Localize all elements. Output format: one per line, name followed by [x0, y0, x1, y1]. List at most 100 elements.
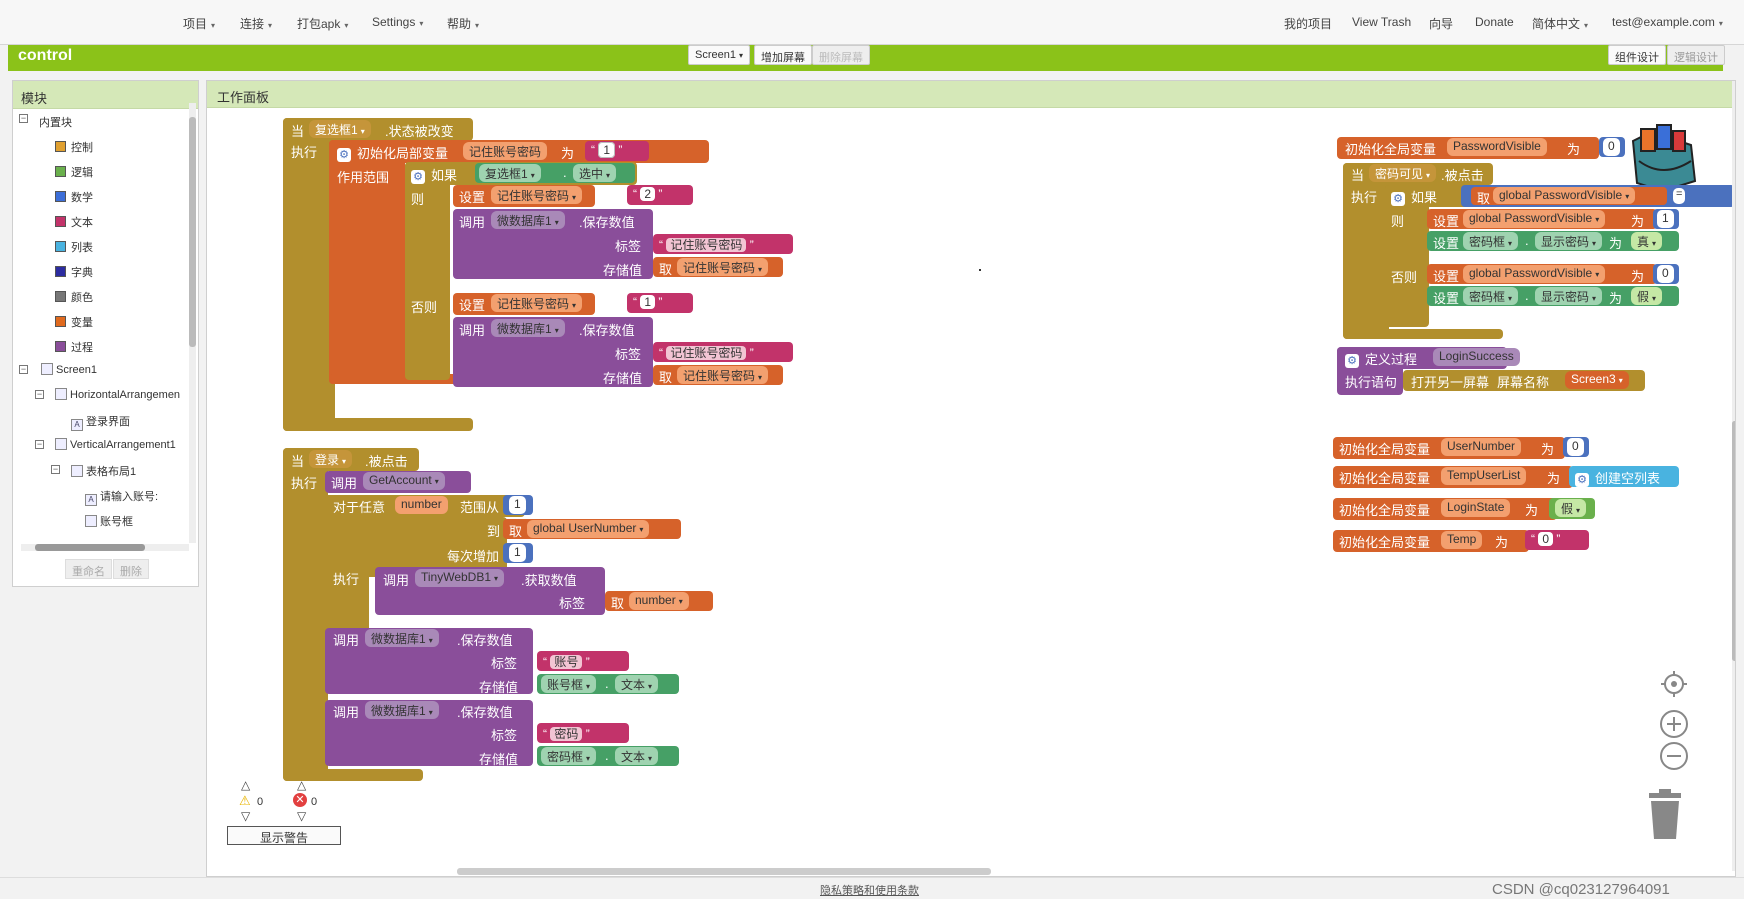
var-dropdown[interactable]: 记住账号密码 ▾: [491, 186, 583, 204]
remove-screen-button[interactable]: 删除屏幕: [812, 45, 870, 65]
collapse-icon[interactable]: −: [35, 440, 44, 449]
component-dropdown[interactable]: 密码框 ▾: [1463, 232, 1519, 250]
text-literal[interactable]: “ 2 ”: [627, 185, 693, 205]
workspace-vscrollbar[interactable]: [1732, 81, 1735, 871]
global-var-name[interactable]: UserNumber: [1441, 438, 1522, 456]
var-dropdown[interactable]: 记住账号密码 ▾: [677, 258, 769, 276]
builtin-blocks-label[interactable]: 内置块: [39, 114, 72, 130]
boolean-dropdown[interactable]: 真 ▾: [1631, 232, 1663, 250]
category-logic[interactable]: 逻辑: [55, 164, 93, 180]
error-nav-up-icon[interactable]: △: [297, 778, 306, 792]
text-literal[interactable]: “ 账号 ”: [537, 651, 629, 671]
component-dropdown[interactable]: 复选框1 ▾: [479, 164, 541, 182]
tree-horizontal-arrangement[interactable]: HorizontalArrangemen: [55, 388, 180, 401]
number-value[interactable]: 1: [1657, 210, 1674, 228]
tree-login-label[interactable]: A 登录界面: [71, 413, 130, 431]
button-dropdown[interactable]: 登录 ▾: [309, 450, 353, 468]
component-dropdown[interactable]: 密码框 ▾: [1463, 287, 1519, 305]
text-value[interactable]: 2: [640, 187, 656, 201]
collapse-icon[interactable]: −: [51, 465, 60, 474]
category-dictionary[interactable]: 字典: [55, 264, 93, 280]
text-value[interactable]: 0: [1538, 532, 1554, 546]
tree-account-prompt[interactable]: A 请输入账号:: [85, 488, 158, 506]
category-list[interactable]: 列表: [55, 239, 93, 255]
number-value[interactable]: 1: [509, 544, 526, 562]
menu-connect[interactable]: 连接 ▾: [240, 15, 272, 32]
var-dropdown[interactable]: global UserNumber ▾: [527, 520, 650, 538]
if-block-body[interactable]: [1385, 185, 1429, 327]
db-dropdown[interactable]: 微数据库1 ▾: [365, 629, 439, 647]
guide-link[interactable]: 向导: [1429, 15, 1453, 32]
property-dropdown[interactable]: 文本 ▾: [615, 747, 659, 765]
text-literal[interactable]: “ 记住账号密码 ”: [653, 342, 793, 362]
privacy-policy-link[interactable]: 隐私策略和使用条款: [820, 882, 919, 898]
menu-build-apk[interactable]: 打包apk ▾: [297, 15, 348, 32]
local-var-name[interactable]: 记住账号密码: [463, 142, 548, 160]
menu-project[interactable]: 项目 ▾: [183, 15, 215, 32]
designer-button[interactable]: 组件设计: [1608, 45, 1666, 65]
scrollbar-thumb[interactable]: [1732, 421, 1735, 661]
property-dropdown[interactable]: 显示密码 ▾: [1535, 232, 1603, 250]
error-nav-down-icon[interactable]: ▽: [297, 809, 306, 823]
global-var-name[interactable]: TempUserList: [1441, 467, 1527, 485]
text-literal[interactable]: “ 0 ”: [1525, 530, 1589, 550]
var-dropdown[interactable]: number ▾: [629, 592, 689, 610]
zoom-out-icon[interactable]: [1659, 741, 1689, 771]
scrollbar-thumb[interactable]: [35, 544, 145, 551]
language-menu[interactable]: 简体中文 ▾: [1532, 15, 1588, 32]
my-projects-link[interactable]: 我的项目: [1284, 15, 1332, 32]
palette-hscrollbar[interactable]: [21, 544, 189, 551]
trash-icon[interactable]: [1645, 789, 1685, 841]
category-procedure[interactable]: 过程: [55, 339, 93, 355]
scrollbar-thumb[interactable]: [189, 117, 196, 347]
blocks-button[interactable]: 逻辑设计: [1667, 45, 1725, 65]
tree-account-box[interactable]: 账号框: [85, 513, 133, 529]
var-dropdown[interactable]: 记住账号密码 ▾: [491, 294, 583, 312]
workspace-hscrollbar[interactable]: [457, 868, 991, 875]
warning-nav-up-icon[interactable]: △: [241, 778, 250, 792]
screen-dropdown[interactable]: Screen3 ▾: [1565, 371, 1629, 389]
collapse-icon[interactable]: −: [19, 114, 28, 123]
recenter-icon[interactable]: [1659, 669, 1689, 699]
collapse-icon[interactable]: −: [35, 390, 44, 399]
text-value[interactable]: 记住账号密码: [666, 238, 747, 252]
var-dropdown[interactable]: 记住账号密码 ▾: [677, 366, 769, 384]
text-value[interactable]: 记住账号密码: [666, 346, 747, 360]
category-text[interactable]: 文本: [55, 214, 93, 230]
global-var-name[interactable]: PasswordVisible: [1447, 138, 1547, 156]
number-value[interactable]: 0: [1657, 265, 1674, 283]
loop-var[interactable]: number: [395, 496, 448, 514]
event-block-body[interactable]: [283, 118, 335, 431]
procedure-name[interactable]: LoginSuccess: [1433, 348, 1520, 366]
gear-icon[interactable]: ⚙: [1391, 192, 1405, 206]
for-range-body[interactable]: [325, 495, 369, 635]
text-value[interactable]: 1: [640, 295, 656, 309]
tree-table-arrangement[interactable]: 表格布局1: [71, 463, 136, 479]
collapse-icon[interactable]: −: [19, 365, 28, 374]
number-value[interactable]: 1: [509, 496, 526, 514]
palette-scrollbar[interactable]: [189, 103, 196, 543]
show-warnings-button[interactable]: 显示警告: [227, 826, 341, 845]
menu-help[interactable]: 帮助 ▾: [447, 15, 479, 32]
button-dropdown[interactable]: 密码可见 ▾: [1369, 164, 1437, 182]
property-dropdown[interactable]: 文本 ▾: [615, 675, 659, 693]
delete-button[interactable]: 删除: [113, 559, 149, 579]
screen-selector[interactable]: Screen1 ▾: [688, 45, 750, 65]
component-dropdown[interactable]: 密码框 ▾: [541, 747, 597, 765]
checkbox-dropdown[interactable]: 复选框1 ▾: [309, 120, 371, 138]
gear-icon[interactable]: ⚙: [1345, 354, 1359, 368]
warning-nav-down-icon[interactable]: ▽: [241, 809, 250, 823]
global-var-name[interactable]: Temp: [1441, 531, 1483, 549]
text-value[interactable]: 1: [598, 142, 616, 158]
tree-vertical-arrangement[interactable]: VerticalArrangement1: [55, 438, 176, 451]
rename-button[interactable]: 重命名: [65, 559, 112, 579]
text-literal[interactable]: “ 1 ”: [627, 293, 693, 313]
db-dropdown[interactable]: 微数据库1 ▾: [491, 319, 565, 337]
var-dropdown[interactable]: global PasswordVisible ▾: [1463, 210, 1606, 228]
property-dropdown[interactable]: 显示密码 ▾: [1535, 287, 1603, 305]
zoom-in-icon[interactable]: [1659, 709, 1689, 739]
category-color[interactable]: 颜色: [55, 289, 93, 305]
component-dropdown[interactable]: 账号框 ▾: [541, 675, 597, 693]
number-value[interactable]: 0: [1603, 138, 1620, 156]
event-block-body[interactable]: [283, 448, 328, 781]
